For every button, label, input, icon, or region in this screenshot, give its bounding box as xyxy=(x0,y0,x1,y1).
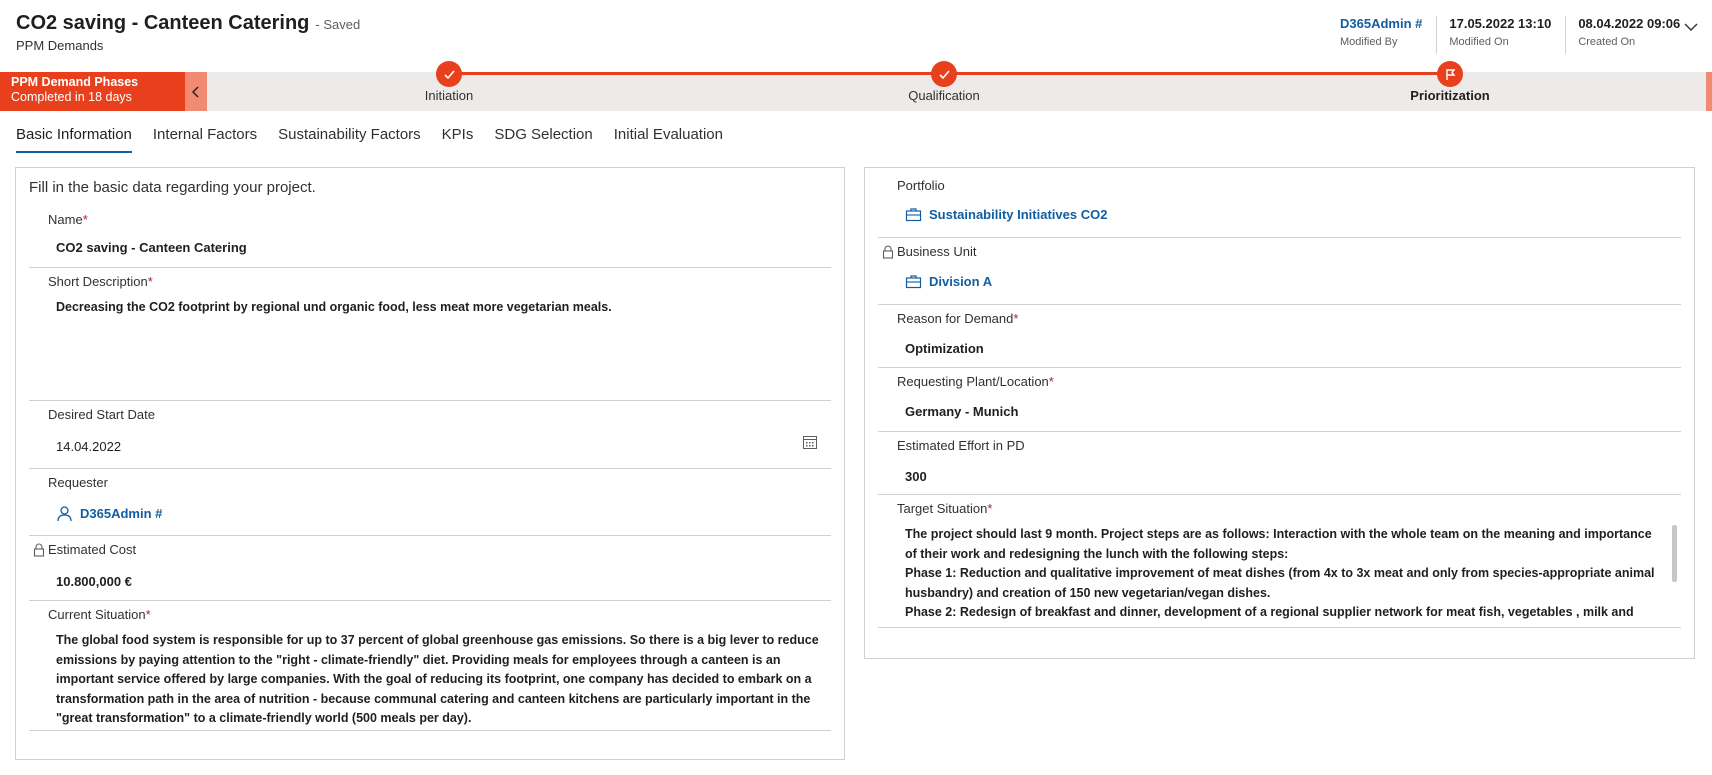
tab-sustainability-factors[interactable]: Sustainability Factors xyxy=(278,126,421,153)
reason-for-demand-select[interactable]: Optimization xyxy=(905,341,984,356)
header-field-modified-by: D365Admin # Modified By xyxy=(1330,16,1436,54)
estimated-effort-input[interactable]: 300 xyxy=(905,469,927,484)
name-field: Name* CO2 saving - Canteen Catering xyxy=(29,206,831,268)
stage-initiation-node[interactable] xyxy=(436,61,462,87)
stage-prioritization-node[interactable] xyxy=(1437,61,1463,87)
estimated-cost-label: Estimated Cost xyxy=(48,542,137,557)
chevron-left-icon xyxy=(192,86,199,97)
modified-by-label: Modified By xyxy=(1340,36,1398,48)
business-unit-label: Business Unit xyxy=(897,244,977,259)
tab-sdg-selection[interactable]: SDG Selection xyxy=(494,126,592,153)
user-icon xyxy=(57,506,72,521)
created-on-value: 08.04.2022 09:06 xyxy=(1578,16,1681,31)
check-icon xyxy=(938,69,950,79)
portfolio-label: Portfolio xyxy=(897,178,945,193)
portfolio-field: Portfolio Sustainability Initiatives CO2 xyxy=(878,168,1681,238)
lock-icon xyxy=(33,543,45,557)
stage-qualification-label[interactable]: Qualification xyxy=(908,88,980,103)
process-next-button[interactable] xyxy=(1706,72,1712,111)
desired-start-date-label: Desired Start Date xyxy=(48,407,155,422)
business-unit-lookup[interactable]: Division A xyxy=(905,274,992,289)
estimated-cost-field: Estimated Cost 10.800,000 € xyxy=(29,536,831,601)
form-tabs: Basic Information Internal Factors Susta… xyxy=(16,126,744,153)
estimated-effort-label: Estimated Effort in PD xyxy=(897,438,1025,453)
target-situation-paragraph: The project should last 9 month. Project… xyxy=(905,527,1652,561)
stage-prioritization-label[interactable]: Prioritization xyxy=(1410,88,1489,103)
project-details-section: Portfolio Sustainability Initiatives CO2… xyxy=(864,167,1695,659)
header-field-created-on: 08.04.2022 09:06 Created On xyxy=(1565,16,1694,54)
created-on-label: Created On xyxy=(1578,36,1636,48)
name-label: Name* xyxy=(48,212,88,227)
target-situation-field: Target Situation* The project should las… xyxy=(878,495,1681,628)
section-description: Fill in the basic data regarding your pr… xyxy=(29,179,316,196)
portfolio-lookup[interactable]: Sustainability Initiatives CO2 xyxy=(905,207,1107,222)
target-situation-label: Target Situation* xyxy=(897,501,993,516)
modified-on-label: Modified On xyxy=(1449,36,1509,48)
process-collapse-button[interactable] xyxy=(185,72,207,111)
desired-start-date-input[interactable]: 14.04.2022 xyxy=(56,439,121,454)
entity-name: PPM Demands xyxy=(16,38,104,53)
process-stage-flyout[interactable]: PPM Demand Phases Completed in 18 days xyxy=(0,72,185,111)
tab-internal-factors[interactable]: Internal Factors xyxy=(153,126,257,153)
check-icon xyxy=(443,69,455,79)
requester-label: Requester xyxy=(48,475,108,490)
requesting-plant-select[interactable]: Germany - Munich xyxy=(905,404,1018,419)
stage-initiation-label[interactable]: Initiation xyxy=(425,88,473,103)
short-description-label: Short Description* xyxy=(48,274,153,289)
save-status: - Saved xyxy=(315,17,361,32)
process-name: PPM Demand Phases xyxy=(11,75,139,89)
reason-for-demand-field: Reason for Demand* Optimization xyxy=(878,305,1681,368)
requester-lookup[interactable]: D365Admin # xyxy=(56,506,162,521)
business-unit-field: Business Unit Division A xyxy=(878,238,1681,305)
short-description-input[interactable]: Decreasing the CO2 footprint by regional… xyxy=(56,298,819,318)
desired-start-date-field: Desired Start Date 14.04.2022 xyxy=(29,401,831,469)
requesting-plant-label: Requesting Plant/Location* xyxy=(897,374,1054,389)
modified-on-value: 17.05.2022 13:10 xyxy=(1449,16,1552,31)
record-title-text: CO2 saving - Canteen Catering xyxy=(16,12,310,34)
tab-basic-information[interactable]: Basic Information xyxy=(16,126,132,153)
requester-field: Requester D365Admin # xyxy=(29,469,831,536)
estimated-cost-value: 10.800,000 € xyxy=(56,574,132,589)
target-situation-input[interactable]: The project should last 9 month. Project… xyxy=(905,525,1657,623)
reason-for-demand-label: Reason for Demand* xyxy=(897,311,1019,326)
record-title: CO2 saving - Canteen Catering - Saved xyxy=(16,12,360,35)
header-fields: D365Admin # Modified By 17.05.2022 13:10… xyxy=(1330,16,1694,54)
current-situation-input[interactable]: The global food system is responsible fo… xyxy=(56,631,819,729)
business-unit-value[interactable]: Division A xyxy=(929,274,992,289)
process-duration: Completed in 18 days xyxy=(11,90,132,104)
requesting-plant-field: Requesting Plant/Location* Germany - Mun… xyxy=(878,368,1681,432)
business-process-bar: PPM Demand Phases Completed in 18 days I… xyxy=(0,61,1712,111)
target-situation-scrollbar[interactable] xyxy=(1672,525,1677,582)
briefcase-icon xyxy=(905,208,922,222)
short-description-field: Short Description* Decreasing the CO2 fo… xyxy=(29,268,831,401)
target-situation-paragraph: Phase 1: Reduction and qualitative impro… xyxy=(905,566,1655,600)
stage-qualification-node[interactable] xyxy=(931,61,957,87)
current-situation-field: Current Situation* The global food syste… xyxy=(29,601,831,731)
basic-info-section: Fill in the basic data regarding your pr… xyxy=(15,167,845,760)
target-situation-paragraph: Phase 2: Redesign of breakfast and dinne… xyxy=(905,605,1634,619)
header-field-modified-on: 17.05.2022 13:10 Modified On xyxy=(1436,16,1565,54)
calendar-icon[interactable] xyxy=(802,434,818,450)
briefcase-icon xyxy=(905,275,922,289)
requester-value[interactable]: D365Admin # xyxy=(80,506,162,521)
lock-icon xyxy=(882,245,894,259)
current-situation-label: Current Situation* xyxy=(48,607,151,622)
name-input[interactable]: CO2 saving - Canteen Catering xyxy=(56,240,247,255)
tab-initial-evaluation[interactable]: Initial Evaluation xyxy=(614,126,723,153)
header-expand-chevron-down-icon[interactable] xyxy=(1682,18,1700,36)
tab-kpis[interactable]: KPIs xyxy=(442,126,474,153)
modified-by-link[interactable]: D365Admin # xyxy=(1340,16,1422,31)
estimated-effort-field: Estimated Effort in PD 300 xyxy=(878,432,1681,495)
flag-icon xyxy=(1445,68,1455,80)
portfolio-value[interactable]: Sustainability Initiatives CO2 xyxy=(929,207,1107,222)
